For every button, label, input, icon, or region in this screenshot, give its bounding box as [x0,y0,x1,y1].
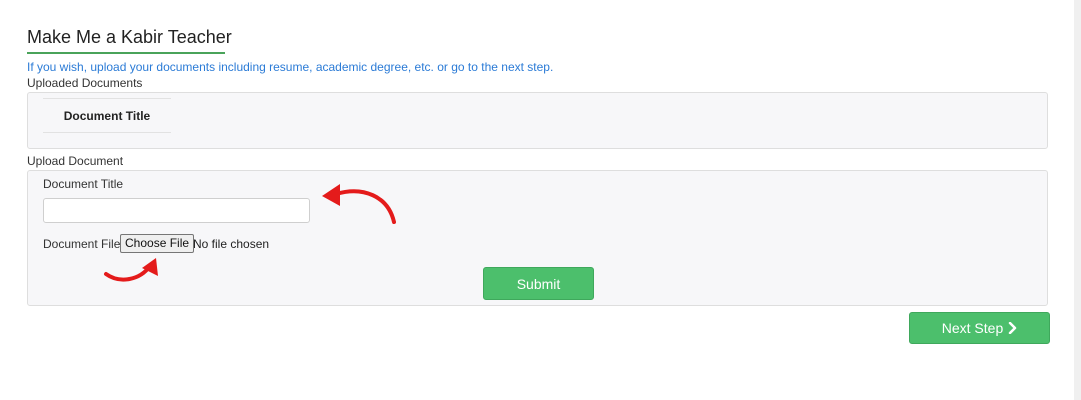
annotation-arrow-icon [322,184,396,224]
uploaded-documents-panel: Document Title [27,92,1048,149]
page-title: Make Me a Kabir Teacher [27,27,232,47]
next-step-label: Next Step [941,320,1004,336]
scrollbar[interactable] [1074,0,1081,400]
upload-document-panel: Document Title Document File Choose File… [27,170,1048,306]
submit-button[interactable]: Submit [483,267,594,300]
document-title-column-header: Document Title [43,98,171,133]
annotation-arrow-icon [104,258,158,282]
document-title-input[interactable] [43,198,310,223]
next-step-button[interactable]: Next Step [909,312,1050,344]
uploaded-documents-label: Uploaded Documents [27,76,143,90]
title-underline [27,52,225,54]
instruction-text: If you wish, upload your documents inclu… [27,60,554,74]
choose-file-button[interactable]: Choose File [120,234,195,253]
file-status-text: No file chosen [193,237,270,251]
upload-document-label: Upload Document [27,154,124,168]
document-file-label: Document File [43,237,121,251]
chevron-right-icon [1008,322,1017,334]
main-card: Make Me a Kabir Teacher If you wish, upl… [0,0,1074,400]
submit-button-label: Submit [516,275,561,292]
document-title-label: Document Title [43,177,124,191]
